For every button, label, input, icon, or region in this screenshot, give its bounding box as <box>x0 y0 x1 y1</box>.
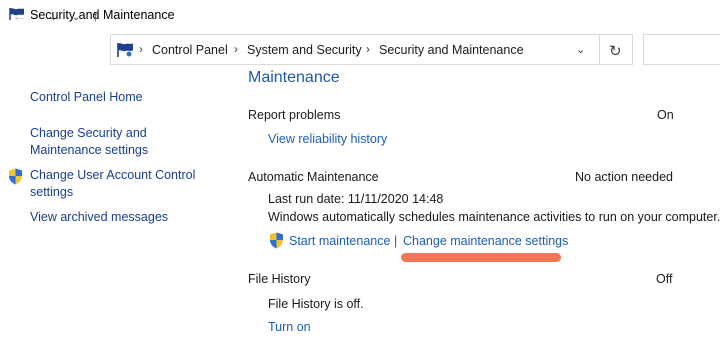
sidebar-item-label: Maintenance settings <box>30 143 149 157</box>
maintenance-description: Windows automatically schedules maintena… <box>268 210 720 224</box>
security-flag-icon <box>117 43 133 57</box>
automatic-maintenance-status: No action needed <box>575 170 673 184</box>
refresh-icon: ↻ <box>609 43 622 60</box>
file-history-status: Off <box>656 272 673 286</box>
recent-locations-icon[interactable]: ⌄ <box>72 10 80 26</box>
breadcrumb-system-and-security[interactable]: System and Security <box>247 43 362 57</box>
sidebar-item-label: Change User Account Control <box>30 168 196 182</box>
title-bar: Security and Maintenance <box>0 0 720 30</box>
forward-icon[interactable]: → <box>44 8 58 24</box>
breadcrumb-separator: › <box>366 42 370 56</box>
automatic-maintenance-label: Automatic Maintenance <box>248 170 379 184</box>
breadcrumb-separator: › <box>234 42 238 56</box>
back-icon[interactable]: ← <box>12 8 26 24</box>
chevron-down-icon[interactable]: ⌄ <box>576 43 585 56</box>
breadcrumb-security-and-maintenance[interactable]: Security and Maintenance <box>379 43 524 57</box>
file-history-label: File History <box>248 272 311 286</box>
change-maintenance-settings-link[interactable]: Change maintenance settings <box>403 234 568 248</box>
sidebar-item-label: Change Security and <box>30 126 147 140</box>
sidebar-item-change-uac-settings[interactable]: Change User Account Control settings <box>30 167 195 201</box>
sidebar-item-control-panel-home[interactable]: Control Panel Home <box>30 89 143 106</box>
sidebar-item-view-archived-messages[interactable]: View archived messages <box>30 209 168 226</box>
refresh-button[interactable]: ↻ <box>599 34 633 65</box>
sidebar-item-label: settings <box>30 185 74 199</box>
file-history-description: File History is off. <box>268 297 364 311</box>
start-maintenance-link[interactable]: Start maintenance <box>289 234 390 248</box>
last-run-date: Last run date: 11/11/2020 14:48 <box>268 192 444 206</box>
report-problems-label: Report problems <box>248 108 341 122</box>
breadcrumb-separator: › <box>139 42 143 56</box>
view-reliability-history-link[interactable]: View reliability history <box>268 132 387 146</box>
uac-shield-icon <box>9 168 22 185</box>
uac-shield-icon <box>270 232 283 249</box>
section-title: Maintenance <box>248 69 340 86</box>
up-icon[interactable]: ↑ <box>92 8 99 24</box>
breadcrumb-control-panel[interactable]: Control Panel <box>152 43 228 57</box>
report-problems-status: On <box>657 108 674 122</box>
turn-on-link[interactable]: Turn on <box>268 320 311 334</box>
sidebar-item-change-security-maintenance-settings[interactable]: Change Security and Maintenance settings <box>30 125 148 159</box>
search-input[interactable] <box>643 34 720 65</box>
address-bar[interactable]: › Control Panel › System and Security › … <box>110 34 600 65</box>
link-divider: | <box>394 234 398 248</box>
highlight-annotation <box>401 253 561 262</box>
